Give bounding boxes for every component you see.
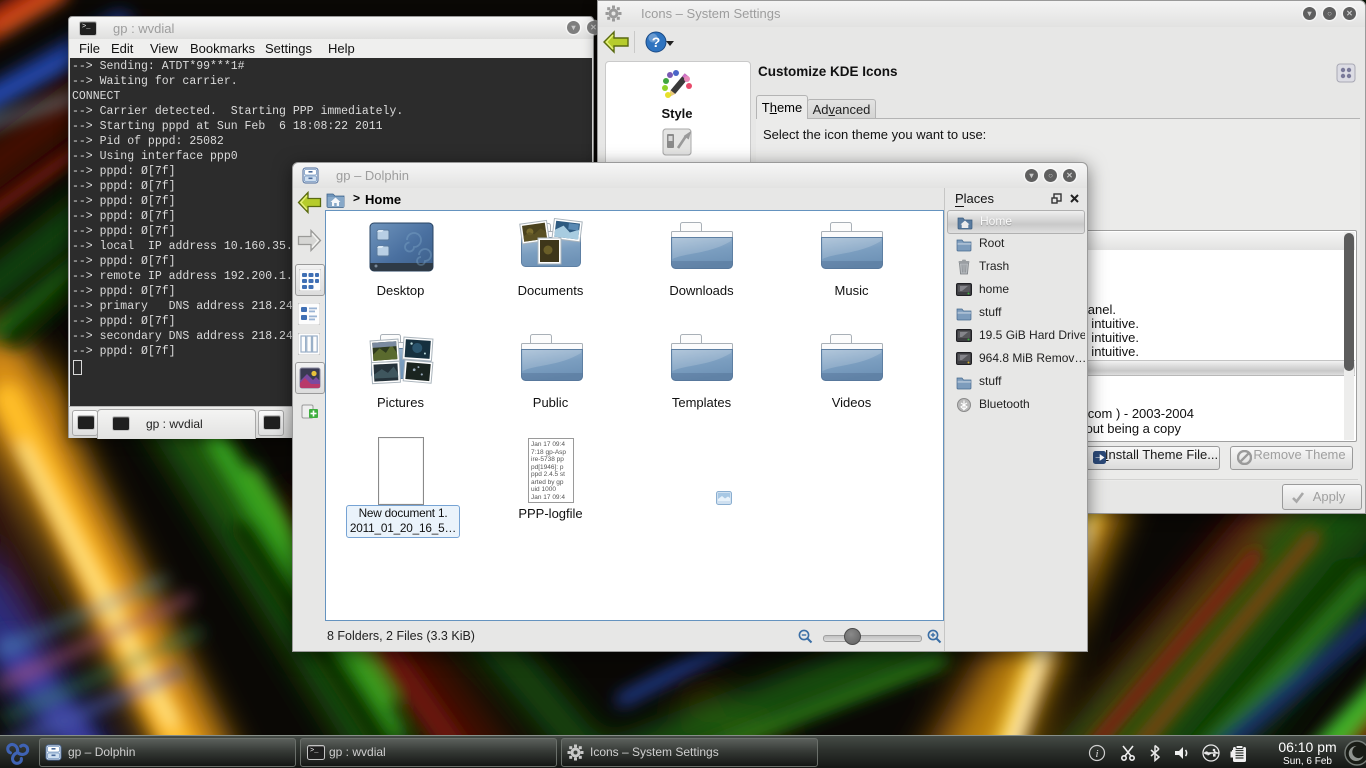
- svg-text:?: ?: [652, 34, 661, 50]
- svg-text:i: i: [1095, 748, 1098, 760]
